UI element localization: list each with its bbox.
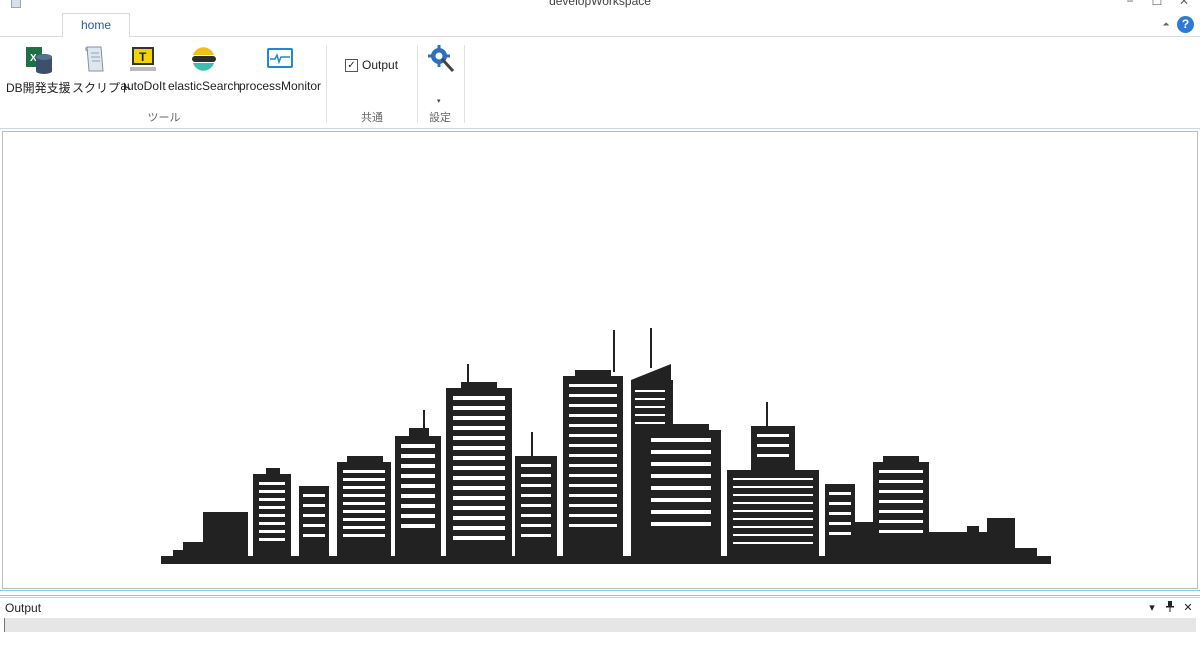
output-checkbox[interactable]: ✓ <box>345 59 358 72</box>
output-panel-title: Output <box>5 601 42 615</box>
pin-icon[interactable] <box>1163 601 1177 615</box>
settings-dropdown-icon[interactable]: ▾ <box>437 97 441 105</box>
elasticsearch-label: elasticSearch <box>168 79 241 93</box>
output-text-area[interactable] <box>4 618 1196 632</box>
ribbon-tab-bar: home ⏶ ? <box>0 12 1200 38</box>
output-dropdown-icon[interactable]: ▾ <box>1145 601 1159 614</box>
ribbon: X DB開発支援 スクリプト T autoDoIt elasticSearch … <box>0 37 1200 129</box>
process-monitor-label: processMonitor <box>238 79 322 93</box>
tab-home[interactable]: home <box>62 13 130 38</box>
settings-button[interactable] <box>422 43 460 101</box>
autodoit-button[interactable]: T autoDoIt <box>118 43 168 101</box>
minimize-button[interactable]: − <box>1118 0 1142 8</box>
close-button[interactable]: ✕ <box>1172 0 1196 8</box>
window-title: developWorkspace <box>549 0 651 8</box>
script-label: スクリプト <box>72 81 133 95</box>
gear-wrench-icon <box>428 45 455 73</box>
script-scroll-icon <box>85 46 104 72</box>
db-support-button[interactable]: X DB開発支援 <box>6 43 71 101</box>
panel-splitter[interactable] <box>0 590 1200 596</box>
city-skyline-image <box>161 328 1051 564</box>
group-label-common: 共通 <box>361 112 383 124</box>
output-close-icon[interactable]: ✕ <box>1181 601 1195 614</box>
help-icon[interactable]: ? <box>1177 16 1194 33</box>
db-support-label: DB開発支援 <box>6 81 71 95</box>
group-separator <box>326 45 327 123</box>
svg-text:T: T <box>139 50 147 64</box>
title-bar: developWorkspace − ☐ ✕ <box>0 0 1200 12</box>
main-view <box>2 131 1198 589</box>
autodoit-monitor-icon: T <box>130 47 156 71</box>
process-monitor-button[interactable]: processMonitor <box>238 43 322 101</box>
output-checkbox-label[interactable]: Output <box>362 58 398 72</box>
process-monitor-icon <box>267 48 293 68</box>
group-label-tools: ツール <box>147 112 181 124</box>
group-separator <box>417 45 418 123</box>
pin-glyph-icon <box>1166 601 1174 612</box>
collapse-ribbon-icon[interactable]: ⏶ <box>1160 18 1172 30</box>
output-panel: Output ▾ ✕ <box>0 597 1200 654</box>
elasticsearch-button[interactable]: elasticSearch <box>168 43 241 101</box>
group-label-settings: 設定 <box>429 112 451 124</box>
elasticsearch-logo-icon <box>192 47 216 71</box>
maximize-button[interactable]: ☐ <box>1145 0 1169 8</box>
script-button[interactable]: スクリプト <box>72 43 133 101</box>
group-separator <box>464 45 465 123</box>
svg-text:X: X <box>30 53 37 64</box>
autodoit-label: autoDoIt <box>120 79 166 93</box>
excel-database-icon: X <box>26 47 52 74</box>
